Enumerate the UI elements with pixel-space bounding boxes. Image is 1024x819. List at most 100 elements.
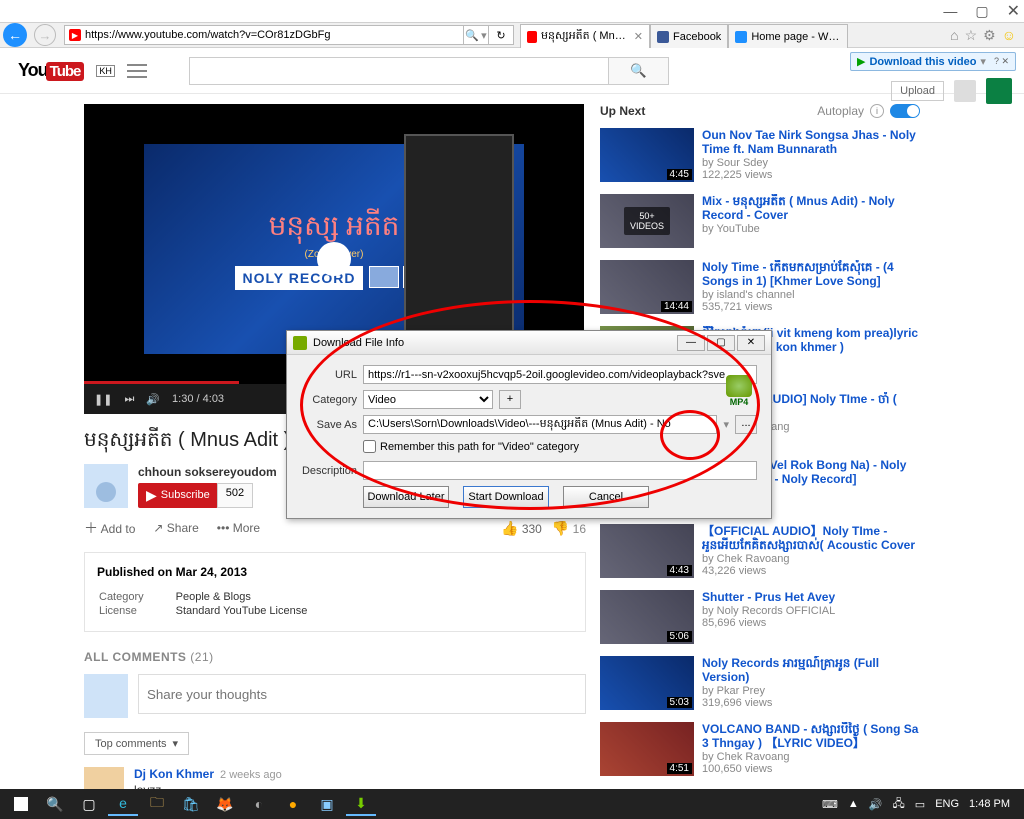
comment-input[interactable]	[138, 674, 586, 714]
play-overlay-icon[interactable]	[317, 242, 351, 276]
suggestion-item[interactable]: 4:45 Oun Nov Tae Nirk Songsa Jhas - Noly…	[600, 128, 920, 182]
suggestion-thumb: 4:51	[600, 722, 694, 776]
idm-close[interactable]: ✕	[737, 335, 765, 351]
feedback-icon[interactable]: ☺	[1002, 27, 1016, 44]
ie-icon	[735, 31, 747, 43]
idm-category-select[interactable]: Video	[363, 390, 493, 409]
idm-add-category[interactable]: +	[499, 390, 521, 409]
search-button[interactable]: 🔍▾	[463, 25, 489, 45]
search-taskbar-icon[interactable]: 🔍	[40, 792, 70, 816]
next-button[interactable]: ⏭	[124, 393, 134, 406]
volume-icon[interactable]: 🔊	[146, 393, 160, 406]
dislike-button[interactable]: 👎 16	[552, 520, 586, 537]
search-input[interactable]	[190, 58, 608, 84]
address-bar[interactable]: ▶ https://www.youtube.com/watch?v=COr81z…	[64, 25, 464, 45]
tab-home[interactable]: Home page - Windows I...	[728, 24, 848, 48]
tray-language[interactable]: ENG	[935, 798, 959, 810]
suggestion-item[interactable]: 5:06 Shutter - Prus Het Aveyby Noly Reco…	[600, 590, 920, 644]
store-taskbar-icon[interactable]: 🛍	[176, 792, 206, 816]
idm-remember-checkbox[interactable]	[363, 440, 376, 453]
download-video-button[interactable]: ▶ Download this video ▾ ? ✕	[850, 52, 1016, 71]
account-avatar[interactable]	[986, 78, 1012, 104]
tray-up-icon[interactable]: ▲	[848, 798, 859, 810]
home-icon[interactable]: ⌂	[950, 27, 958, 44]
idm-taskbar-icon[interactable]: ⬇	[346, 792, 376, 816]
tray-clock[interactable]: 1:48 PM	[969, 798, 1010, 810]
favorites-icon[interactable]: ☆	[965, 27, 978, 44]
search-submit-button[interactable]: 🔍	[608, 58, 668, 84]
explorer-taskbar-icon[interactable]: 🗀	[142, 792, 172, 816]
ie-taskbar-icon[interactable]: e	[108, 792, 138, 816]
idm-minimize[interactable]: —	[677, 335, 705, 351]
settings-icon[interactable]: ⚙	[983, 27, 996, 44]
subscriber-count: 502	[217, 483, 253, 508]
video-overlay-art	[404, 134, 514, 354]
youtube-favicon-icon: ▶	[69, 29, 81, 41]
suggestion-title: VOLCANO BAND - សង្សារបីថ្ងៃ ( Song Sa 3 …	[702, 722, 920, 750]
like-button[interactable]: 👍 330	[501, 520, 542, 537]
cancel-button[interactable]: Cancel	[563, 486, 649, 508]
browser-toolbar: ← → ▶ https://www.youtube.com/watch?v=CO…	[0, 22, 1024, 48]
channel-name[interactable]: chhoun soksereyoudom	[138, 465, 277, 479]
publish-date: Published on Mar 24, 2013	[97, 565, 573, 579]
start-button[interactable]	[6, 792, 36, 816]
pause-button[interactable]: ❚❚	[94, 393, 112, 406]
app-taskbar-icon[interactable]: ●	[278, 792, 308, 816]
suggestion-item[interactable]: 14:44 Noly Time - កើតមកសម្រាប់គែសុំគេ - …	[600, 260, 920, 314]
tab-youtube[interactable]: មនុស្សអតីត ( Mnus A...✕	[520, 24, 650, 48]
suggestion-thumb: 5:06	[600, 590, 694, 644]
idm-browse-button[interactable]: ...	[735, 415, 757, 434]
window-minimize[interactable]: —	[943, 3, 957, 19]
play-icon: ▶	[857, 55, 865, 68]
user-avatar	[84, 674, 128, 718]
youtube-icon	[527, 31, 537, 43]
share-button[interactable]: ↗ Share	[153, 521, 198, 535]
tray-keyboard-icon[interactable]: ⌨	[822, 798, 838, 811]
url-text: https://www.youtube.com/watch?v=COr81zDG…	[85, 29, 330, 41]
suggestion-item[interactable]: 4:51 VOLCANO BAND - សង្សារបីថ្ងៃ ( Song …	[600, 722, 920, 776]
suggestion-title: 【OFFICIAL AUDIO】Noly TIme - អូនអើយកែគិតស…	[702, 524, 920, 552]
guide-menu-icon[interactable]	[127, 64, 147, 78]
forward-button[interactable]: →	[30, 23, 60, 47]
suggestion-item[interactable]: 50+VIDEOS Mix - មនុស្សអតីត ( Mnus Adit) …	[600, 194, 920, 248]
upnext-header: Up Next Autoplay i	[600, 104, 920, 118]
suggestion-item[interactable]: 4:43 【OFFICIAL AUDIO】Noly TIme - អូនអើយក…	[600, 524, 920, 578]
back-button[interactable]: ←	[0, 23, 30, 47]
tab-close-icon[interactable]: ✕	[634, 30, 643, 43]
idm-titlebar[interactable]: Download File Info — ▢ ✕	[287, 331, 771, 355]
refresh-button[interactable]: ↻	[488, 25, 514, 45]
add-to-button[interactable]: ＋ Add to	[84, 518, 135, 538]
window-maximize[interactable]: ▢	[975, 3, 988, 20]
subscribe-button[interactable]: ▶Subscribe	[138, 483, 218, 508]
youtube-logo[interactable]: YouTube	[18, 60, 84, 81]
idm-maximize[interactable]: ▢	[707, 335, 735, 351]
mail-taskbar-icon[interactable]: ▣	[312, 792, 342, 816]
idm-dialog: Download File Info — ▢ ✕ URL CategoryVid…	[286, 330, 772, 519]
suggestion-thumb: 4:45	[600, 128, 694, 182]
idm-description-input[interactable]	[363, 461, 757, 480]
channel-avatar[interactable]	[84, 464, 128, 508]
idm-saveas-input[interactable]	[363, 415, 717, 434]
info-icon[interactable]: i	[870, 104, 884, 118]
sort-comments-button[interactable]: Top comments▾	[84, 732, 189, 755]
suggestion-item[interactable]: 5:03 Noly Records អារម្មណ៍គ្រាអូន (Full …	[600, 656, 920, 710]
start-download-button[interactable]: Start Download	[463, 486, 549, 508]
more-button[interactable]: ••• More	[217, 521, 260, 535]
upload-button[interactable]: Upload	[891, 81, 944, 101]
download-later-button[interactable]: Download Later	[363, 486, 449, 508]
taskview-icon[interactable]: ▢	[74, 792, 104, 816]
idm-url-input[interactable]	[363, 365, 757, 384]
tray-volume-icon[interactable]: 🔊	[869, 798, 883, 811]
tray-action-icon[interactable]: ▭	[915, 798, 925, 811]
commenter-name[interactable]: Dj Kon Khmer	[134, 767, 214, 781]
comments-header: ALL COMMENTS (21)	[84, 650, 586, 664]
suggestion-thumb: 4:43	[600, 524, 694, 578]
tray-network-icon[interactable]: 🖧	[893, 795, 905, 814]
firefox-taskbar-icon[interactable]: 🦊	[210, 792, 240, 816]
window-close[interactable]: ✕	[1007, 1, 1020, 21]
window-titlebar: — ▢ ✕	[0, 0, 1024, 22]
notifications-icon[interactable]	[954, 80, 976, 102]
steam-taskbar-icon[interactable]: ◐	[244, 792, 274, 816]
autoplay-toggle[interactable]	[890, 104, 920, 118]
tab-facebook[interactable]: Facebook	[650, 24, 728, 48]
